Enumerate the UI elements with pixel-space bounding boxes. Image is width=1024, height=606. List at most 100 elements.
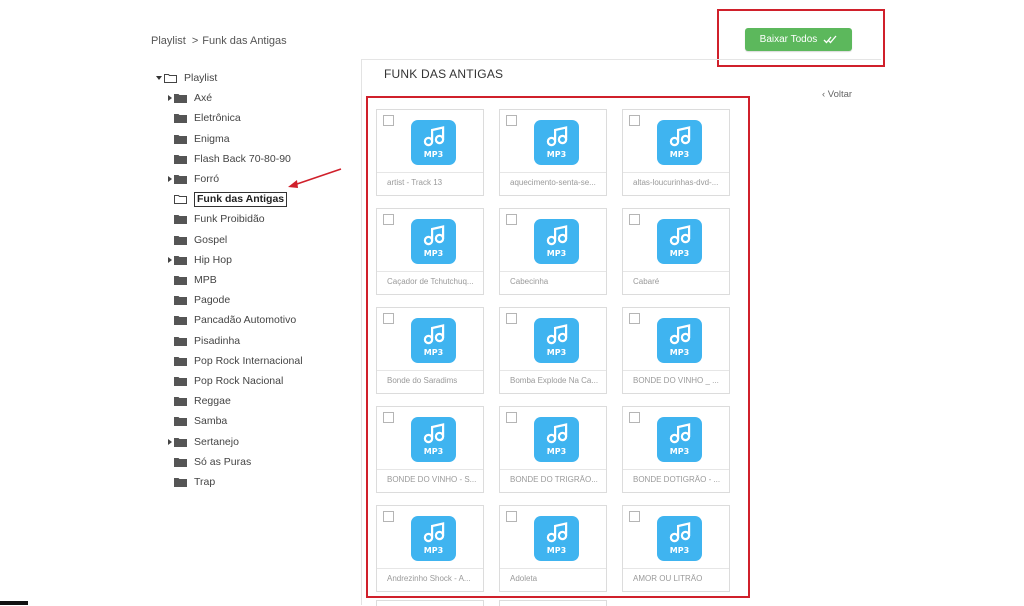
file-checkbox[interactable]	[506, 115, 517, 126]
tree-root[interactable]: Playlist	[154, 70, 274, 86]
file-checkbox[interactable]	[629, 412, 640, 423]
file-card[interactable]: MP3 Cabecinha	[499, 208, 607, 295]
mp3-file-icon[interactable]: MP3	[657, 516, 702, 561]
file-checkbox[interactable]	[383, 412, 394, 423]
tree-item[interactable]: Só as Puras	[168, 454, 251, 470]
mp3-file-icon[interactable]: MP3	[534, 318, 579, 363]
file-name[interactable]: artist - Track 13	[387, 178, 477, 187]
tree-item[interactable]: Funk Proibidão	[168, 211, 265, 227]
mp3-file-icon[interactable]: MP3	[657, 318, 702, 363]
mp3-file-icon[interactable]: MP3	[411, 120, 456, 165]
file-name[interactable]: BONDE DO TRIGRÃO...	[510, 475, 600, 484]
mp3-file-icon[interactable]: MP3	[411, 516, 456, 561]
download-all-button[interactable]: Baixar Todos	[745, 28, 852, 51]
file-checkbox[interactable]	[629, 115, 640, 126]
mp3-file-icon[interactable]: MP3	[534, 120, 579, 165]
mp3-file-icon[interactable]: MP3	[534, 516, 579, 561]
music-note-icon	[669, 324, 691, 345]
tree-item[interactable]: Samba	[168, 413, 227, 429]
file-card-partial[interactable]	[499, 600, 607, 606]
tree-item[interactable]: Enigma	[168, 131, 230, 147]
caret-right-icon[interactable]	[168, 176, 172, 182]
mp3-file-icon[interactable]: MP3	[534, 417, 579, 462]
file-checkbox[interactable]	[629, 214, 640, 225]
tree-item-label: Pop Rock Internacional	[194, 354, 303, 367]
file-card[interactable]: MP3 artist - Track 13	[376, 109, 484, 196]
file-name[interactable]: BONDE DOTIGRÃO - ...	[633, 475, 723, 484]
tree-item[interactable]: Reggae	[168, 393, 231, 409]
mp3-badge-label: MP3	[423, 249, 444, 258]
caret-right-icon[interactable]	[168, 256, 172, 263]
file-card[interactable]: MP3 Cabaré	[622, 208, 730, 295]
folder-icon	[174, 296, 187, 306]
tree-item[interactable]: Pagode	[168, 292, 230, 308]
file-name[interactable]: altas-loucurinhas-dvd-...	[633, 178, 723, 187]
file-checkbox[interactable]	[383, 115, 394, 126]
file-name[interactable]: Andrezinho Shock - A...	[387, 574, 477, 583]
tree-item[interactable]: Trap	[168, 474, 215, 490]
tree-item[interactable]: Pisadinha	[168, 333, 240, 349]
file-checkbox[interactable]	[383, 214, 394, 225]
mp3-file-icon[interactable]: MP3	[657, 120, 702, 165]
file-card[interactable]: MP3 Adoleta	[499, 505, 607, 592]
tree-item[interactable]: Axé	[168, 90, 212, 106]
tree-item[interactable]: Eletrônica	[168, 110, 241, 126]
file-name[interactable]: BONDE DO VINHO _ ...	[633, 376, 723, 385]
file-checkbox[interactable]	[629, 511, 640, 522]
file-name[interactable]: Caçador de Tchutchuq...	[387, 277, 477, 286]
file-card[interactable]: MP3 aquecimento-senta-se...	[499, 109, 607, 196]
tree-item[interactable]: Pancadão Automotivo	[168, 312, 296, 328]
tree-item[interactable]: Gospel	[168, 232, 227, 248]
tree-item-label: Funk Proibidão	[194, 213, 265, 226]
back-link[interactable]: ‹ Voltar	[822, 89, 852, 100]
file-checkbox[interactable]	[506, 313, 517, 324]
mp3-file-icon[interactable]: MP3	[657, 219, 702, 264]
file-name[interactable]: Adoleta	[510, 574, 600, 583]
tree-item-label: Trap	[194, 476, 216, 488]
mp3-file-icon[interactable]: MP3	[534, 219, 579, 264]
file-checkbox[interactable]	[383, 313, 394, 324]
folder-icon	[174, 134, 187, 144]
file-name[interactable]: Bomba Explode Na Ca...	[510, 376, 600, 385]
file-name[interactable]: AMOR OU LITRÃO	[633, 574, 723, 583]
file-card-partial[interactable]	[376, 600, 484, 606]
tree-item[interactable]: Sertanejo	[168, 434, 239, 450]
file-checkbox[interactable]	[383, 511, 394, 522]
tree-item[interactable]: Pop Rock Internacional	[168, 353, 303, 369]
file-card[interactable]: MP3 Bomba Explode Na Ca...	[499, 307, 607, 394]
tree-item[interactable]: Hip Hop	[168, 252, 232, 268]
file-checkbox[interactable]	[506, 214, 517, 225]
mp3-file-icon[interactable]: MP3	[411, 318, 456, 363]
file-name[interactable]: Bonde do Saradims	[387, 376, 477, 385]
file-card[interactable]: MP3 Bonde do Saradims	[376, 307, 484, 394]
mp3-file-icon[interactable]: MP3	[657, 417, 702, 462]
tree-item-label: Axé	[194, 92, 213, 105]
tree-item[interactable]: Funk das Antigas	[168, 191, 288, 207]
file-card[interactable]: MP3 BONDE DO VINHO _ ...	[622, 307, 730, 394]
file-name[interactable]: BONDE DO VINHO - S...	[387, 475, 477, 484]
file-card[interactable]: MP3 BONDE DO TRIGRÃO...	[499, 406, 607, 493]
caret-down-icon[interactable]	[156, 76, 162, 80]
tree-item[interactable]: Pop Rock Nacional	[168, 373, 283, 389]
tree-item[interactable]: Flash Back 70-80-90	[168, 151, 291, 167]
file-name[interactable]: aquecimento-senta-se...	[510, 178, 600, 187]
file-checkbox[interactable]	[506, 511, 517, 522]
caret-right-icon[interactable]	[168, 438, 172, 445]
file-card[interactable]: MP3 Andrezinho Shock - A...	[376, 505, 484, 592]
file-card[interactable]: MP3 BONDE DOTIGRÃO - ...	[622, 406, 730, 493]
caret-right-icon[interactable]	[168, 95, 172, 102]
file-card[interactable]: MP3 Caçador de Tchutchuq...	[376, 208, 484, 295]
tree-item[interactable]: Forró	[168, 171, 219, 187]
file-checkbox[interactable]	[629, 313, 640, 324]
tree-item[interactable]: MPB	[168, 272, 217, 288]
mp3-file-icon[interactable]: MP3	[411, 219, 456, 264]
double-check-icon	[823, 35, 837, 44]
mp3-file-icon[interactable]: MP3	[411, 417, 456, 462]
file-card[interactable]: MP3 altas-loucurinhas-dvd-...	[622, 109, 730, 196]
file-name[interactable]: Cabaré	[633, 277, 723, 286]
file-card[interactable]: MP3 BONDE DO VINHO - S...	[376, 406, 484, 493]
file-card[interactable]: MP3 AMOR OU LITRÃO	[622, 505, 730, 592]
file-checkbox[interactable]	[506, 412, 517, 423]
file-name[interactable]: Cabecinha	[510, 277, 600, 286]
breadcrumb-root[interactable]: Playlist	[151, 35, 186, 47]
